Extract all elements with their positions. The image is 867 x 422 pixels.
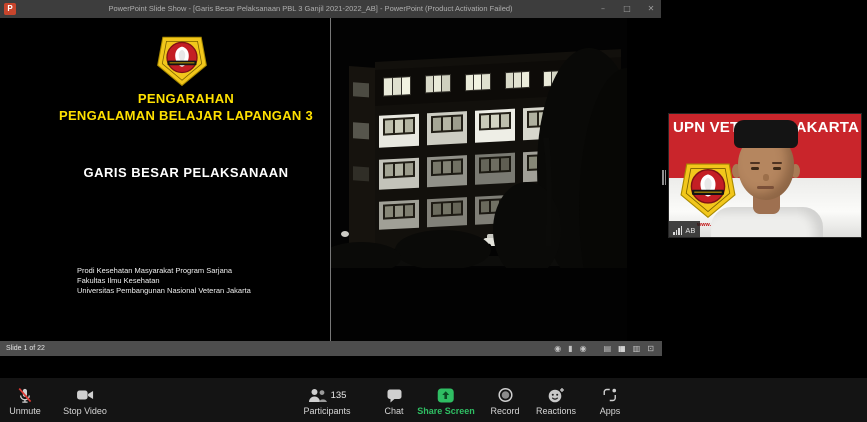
audio-level-icon [673,226,682,238]
annotation-pen-icon[interactable]: ▮ [568,344,572,353]
slide-title: PENGARAHAN PENGALAMAN BELAJAR LAPANGAN 3 [40,90,332,124]
upn-logo [156,30,208,87]
slide-title-line1: PENGARAHAN [40,90,332,107]
chat-bubble-icon [386,387,402,403]
participants-icon [308,388,328,403]
share-screen-button[interactable]: Share Screen [417,387,475,416]
reading-view-icon[interactable]: ▥ [633,344,641,353]
unmute-button[interactable]: Unmute [9,387,41,416]
participant-eye [773,167,781,170]
powerpoint-titlebar: P PowerPoint Slide Show - [Garis Besar P… [0,0,661,18]
stop-video-label: Stop Video [63,406,107,416]
minimize-icon[interactable]: – [597,0,609,18]
participant-eye [751,167,759,170]
unmute-label: Unmute [9,406,41,416]
stop-video-button[interactable]: Stop Video [63,387,107,416]
powerpoint-app-icon: P [4,3,16,15]
slide-content: PENGARAHAN PENGALAMAN BELAJAR LAPANGAN 3… [0,18,330,341]
slide-heading: GARIS BESAR PELAKSANAAN [40,165,332,180]
share-screen-label: Share Screen [417,406,475,416]
reactions-smiley-icon [547,387,565,403]
slide-counter: Slide 1 of 22 [6,345,45,352]
apps-label: Apps [600,406,621,416]
chat-button[interactable]: Chat [384,387,403,416]
apps-icon [602,387,618,403]
participants-count-badge: 135 [331,390,347,401]
shared-screen-area: PENGARAHAN PENGALAMAN BELAJAR LAPANGAN 3… [0,18,662,341]
microphone-muted-icon [16,387,33,403]
slide-footer-line: Fakultas Ilmu Kesehatan [77,276,251,286]
slide-title-line2: PENGALAMAN BELAJAR LAPANGAN 3 [40,107,332,124]
slide-sorter-icon[interactable]: ▦ [618,344,626,353]
powerpoint-statusbar: Slide 1 of 22 ◉ ▮ ◉ ▤ ▦ ▥ ⊡ [0,341,662,356]
participants-label: Participants [303,406,350,416]
building-night-photo [330,18,626,341]
maximize-icon[interactable]: □ [621,0,633,18]
chat-label: Chat [384,406,403,416]
share-screen-icon [437,387,454,403]
video-camera-icon [76,387,94,403]
participants-button[interactable]: 135 Participants [303,387,350,416]
slide-footer: Prodi Kesehatan Masyarakat Program Sarja… [77,266,251,296]
window-title: PowerPoint Slide Show - [Garis Besar Pel… [40,0,581,18]
reactions-label: Reactions [536,406,576,416]
next-slide-icon[interactable]: ◉ [580,344,587,353]
participant-video[interactable]: UPN VETERAN JAKARTA Kam www.upnvj.ac.id … [668,113,862,238]
participant-cap [734,120,798,148]
panel-drag-handle[interactable] [661,170,667,185]
previous-slide-icon[interactable]: ◉ [554,344,561,353]
participant-nameplate: AB [669,221,700,238]
slideshow-view-icon[interactable]: ⊡ [647,344,654,353]
normal-view-icon[interactable]: ▤ [604,344,612,353]
participant-nose [763,174,769,181]
reactions-button[interactable]: Reactions [536,387,576,416]
slide-footer-line: Prodi Kesehatan Masyarakat Program Sarja… [77,266,251,276]
record-icon [497,387,513,403]
zoom-toolbar: Unmute Stop Video 135 [0,378,867,422]
participant-name: AB [685,223,695,238]
slide-footer-line: Universitas Pembangunan Nasional Veteran… [77,286,251,296]
zoom-meeting-window: P PowerPoint Slide Show - [Garis Besar P… [0,0,867,422]
record-label: Record [490,406,519,416]
apps-button[interactable]: Apps [600,387,621,416]
record-button[interactable]: Record [490,387,519,416]
close-icon[interactable]: ✕ [645,0,657,18]
participant-eyebrow [772,162,782,164]
participant-eyebrow [750,162,760,164]
participant-mouth [757,186,774,189]
